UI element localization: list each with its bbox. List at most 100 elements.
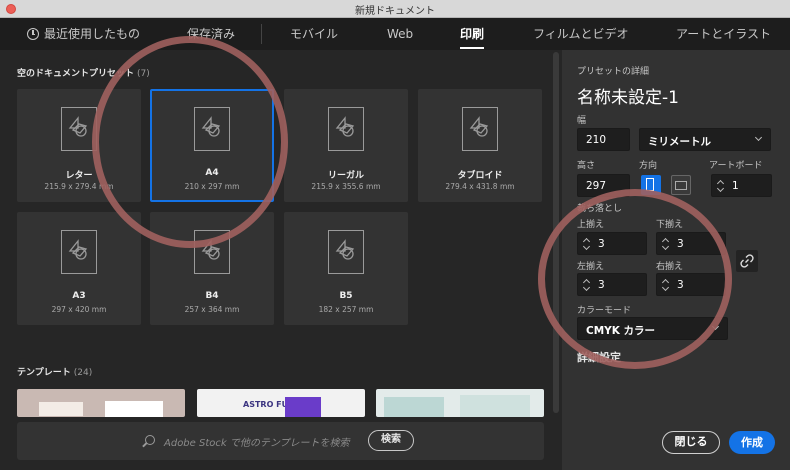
bleed-bottom-label: 下揃え (656, 220, 684, 230)
preset-name: レター (65, 171, 93, 181)
advanced-settings-link[interactable]: 詳細設定 (577, 349, 621, 365)
presets-scrollbar[interactable] (553, 52, 559, 413)
preset-name: A4 (205, 168, 219, 178)
document-icon (462, 107, 498, 151)
tab-recent[interactable]: 最近使用したもの (27, 18, 140, 50)
bleed-top-value: 3 (598, 238, 605, 250)
tab-mobile[interactable]: モバイル (290, 18, 338, 50)
preset-size: 257 x 364 mm (184, 305, 240, 314)
bleed-bottom-value: 3 (677, 238, 684, 250)
width-value: 210 (586, 134, 607, 146)
template-card-right (105, 401, 163, 417)
preset-b5[interactable]: B5 182 x 257 mm (284, 212, 408, 325)
document-icon (61, 230, 97, 274)
templates-section-title: テンプレート (24) (17, 365, 92, 378)
width-label: 幅 (577, 116, 587, 126)
preset-size: 182 x 257 mm (318, 305, 374, 314)
document-name-input[interactable]: 名称未設定-1 (577, 83, 679, 108)
artboard-value: 1 (732, 180, 739, 192)
preset-name: タブロイド (457, 171, 503, 181)
bleed-top-stepper[interactable]: 3 (577, 232, 647, 255)
presets-pane: 空のドキュメントプリセット (7) レター 215.9 x 279.4 mm A4… (0, 50, 562, 470)
preset-size: 210 x 297 mm (184, 182, 240, 191)
document-icon (328, 230, 364, 274)
link-bleed-button[interactable] (736, 250, 758, 272)
tab-art-illustration[interactable]: アートとイラスト (676, 18, 771, 50)
preset-size: 215.9 x 279.4 mm (44, 182, 114, 191)
height-value: 297 (586, 180, 607, 192)
tab-saved[interactable]: 保存済み (187, 18, 235, 50)
search-button[interactable]: 検索 (368, 430, 414, 451)
stepper-arrows-icon[interactable] (662, 277, 670, 293)
section-title-text: 空のドキュメントプリセット (17, 69, 135, 79)
document-icon (194, 230, 230, 274)
template-shape (460, 395, 530, 417)
bleed-top-label: 上揃え (577, 220, 605, 230)
portrait-icon (646, 178, 654, 191)
section-title-text: テンプレート (17, 368, 71, 378)
template-thumbnail[interactable]: ASTRO FUNK (197, 389, 365, 417)
stepper-arrows-icon[interactable] (583, 277, 591, 293)
stepper-arrows-icon[interactable] (583, 236, 591, 252)
bleed-label: 裁ち落とし (577, 204, 623, 214)
tab-web[interactable]: Web (387, 18, 413, 50)
preset-name: リーガル (327, 171, 364, 181)
bleed-right-label: 右揃え (656, 262, 684, 272)
unit-dropdown[interactable]: ミリメートル (639, 128, 771, 151)
bleed-bottom-stepper[interactable]: 3 (656, 232, 726, 255)
color-mode-dropdown[interactable]: CMYK カラー (577, 317, 728, 340)
orientation-label: 方向 (639, 161, 658, 171)
preset-a3[interactable]: A3 297 x 420 mm (17, 212, 141, 325)
preset-size: 215.9 x 355.6 mm (311, 182, 381, 191)
landscape-orientation-button[interactable] (671, 175, 691, 195)
artboard-stepper[interactable]: 1 (711, 174, 772, 197)
tab-label: Web (387, 27, 414, 41)
landscape-icon (675, 181, 687, 190)
stepper-arrows-icon[interactable] (717, 178, 725, 194)
preset-size: 279.4 x 431.8 mm (445, 182, 515, 191)
preset-name: A3 (72, 291, 86, 301)
bleed-left-stepper[interactable]: 3 (577, 273, 647, 296)
search-icon (145, 435, 155, 445)
section-count: (7) (137, 69, 150, 79)
color-mode-value: CMYK カラー (586, 325, 656, 337)
preset-size: 297 x 420 mm (51, 305, 107, 314)
template-card-left (39, 402, 83, 416)
clock-icon (27, 28, 39, 40)
bleed-right-stepper[interactable]: 3 (656, 273, 726, 296)
template-shape (384, 397, 444, 417)
template-purple-block (285, 397, 321, 417)
link-icon (740, 254, 754, 268)
bleed-left-value: 3 (598, 279, 605, 291)
width-input[interactable]: 210 (577, 128, 630, 151)
color-mode-label: カラーモード (577, 306, 632, 316)
category-tabs: 最近使用したもの 保存済み モバイル Web 印刷 フィルムとビデオ アートとイ… (0, 18, 790, 50)
template-thumbnail[interactable] (376, 389, 544, 417)
tab-label: 保存済み (187, 27, 236, 41)
chevron-down-icon (754, 133, 763, 142)
bleed-right-value: 3 (677, 279, 684, 291)
preset-name: B4 (205, 291, 219, 301)
close-button[interactable]: 閉じる (662, 431, 720, 454)
height-input[interactable]: 297 (577, 174, 630, 197)
template-thumbnail[interactable] (17, 389, 185, 417)
preset-b4[interactable]: B4 257 x 364 mm (150, 212, 274, 325)
search-input[interactable]: Adobe Stock で他のテンプレートを検索 (164, 434, 350, 449)
stepper-arrows-icon[interactable] (662, 236, 670, 252)
tab-label: 印刷 (460, 27, 485, 41)
tab-divider (261, 24, 262, 44)
preset-tabloid[interactable]: タブロイド 279.4 x 431.8 mm (418, 89, 542, 202)
stock-search-bar: Adobe Stock で他のテンプレートを検索 検索 (17, 422, 544, 460)
portrait-orientation-button[interactable] (641, 175, 661, 195)
preset-details-pane: プリセットの詳細 名称未設定-1 幅 210 ミリメートル 高さ 方向 アートボ… (562, 50, 790, 470)
preset-letter[interactable]: レター 215.9 x 279.4 mm (17, 89, 141, 202)
create-button[interactable]: 作成 (729, 431, 775, 454)
tab-film-video[interactable]: フィルムとビデオ (533, 18, 629, 50)
preset-legal[interactable]: リーガル 215.9 x 355.6 mm (284, 89, 408, 202)
document-icon (61, 107, 97, 151)
section-count: (24) (73, 368, 93, 378)
preset-a4[interactable]: A4 210 x 297 mm (150, 89, 274, 202)
window-titlebar: 新規ドキュメント (0, 0, 790, 18)
tab-print[interactable]: 印刷 (460, 18, 485, 50)
presets-section-title: 空のドキュメントプリセット (7) (17, 66, 150, 79)
